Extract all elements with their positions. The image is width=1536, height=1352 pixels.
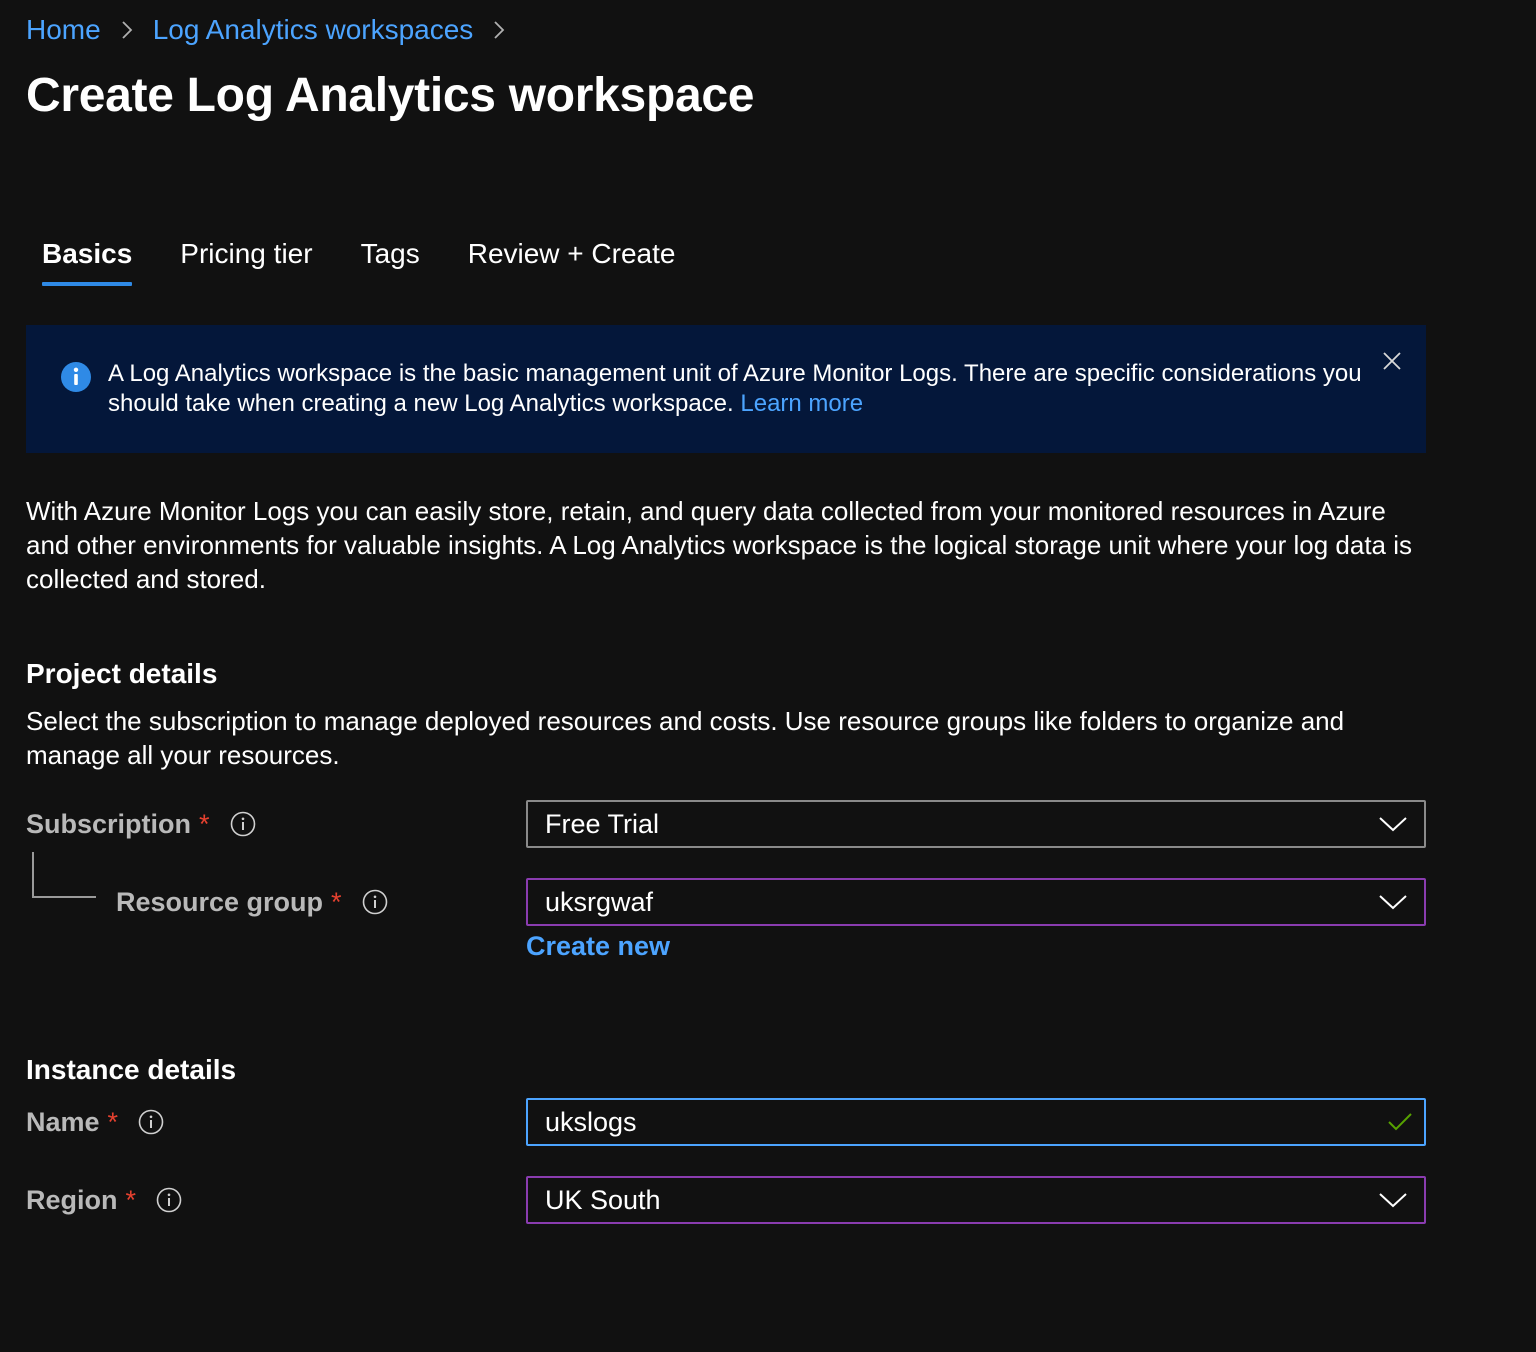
region-dropdown[interactable]: UK South bbox=[526, 1176, 1426, 1224]
name-label-text: Name bbox=[26, 1107, 100, 1137]
subscription-value: Free Trial bbox=[545, 808, 660, 839]
tab-pricing-tier[interactable]: Pricing tier bbox=[180, 234, 312, 286]
info-circle-icon[interactable] bbox=[362, 889, 388, 915]
resource-group-value: uksrgwaf bbox=[545, 886, 654, 917]
instance-details-heading: Instance details bbox=[26, 1054, 237, 1085]
learn-more-link[interactable]: Learn more bbox=[740, 390, 863, 417]
name-value: ukslogs bbox=[545, 1106, 637, 1137]
resource-group-dropdown[interactable]: uksrgwaf bbox=[526, 878, 1426, 926]
info-banner-message: A Log Analytics workspace is the basic m… bbox=[108, 359, 1368, 419]
info-circle-icon[interactable] bbox=[138, 1109, 164, 1135]
create-new-resource-group-link[interactable]: Create new bbox=[526, 928, 670, 964]
tab-tags[interactable]: Tags bbox=[361, 234, 420, 286]
tab-basics[interactable]: Basics bbox=[42, 234, 133, 286]
info-icon bbox=[60, 361, 92, 393]
tab-bar: Basics Pricing tier Tags Review + Create bbox=[42, 234, 723, 286]
breadcrumb-home-link[interactable]: Home bbox=[26, 12, 101, 48]
info-banner: A Log Analytics workspace is the basic m… bbox=[26, 325, 1426, 453]
project-details-heading: Project details bbox=[26, 658, 218, 689]
subscription-dropdown[interactable]: Free Trial bbox=[526, 800, 1426, 848]
required-star: * bbox=[331, 887, 342, 917]
region-value: UK South bbox=[545, 1184, 661, 1215]
page-description: With Azure Monitor Logs you can easily s… bbox=[26, 496, 1413, 594]
info-circle-icon[interactable] bbox=[156, 1187, 182, 1213]
chevron-down-icon bbox=[1378, 814, 1408, 834]
tree-connector bbox=[32, 852, 96, 898]
create-workspace-page: Home Log Analytics workspaces Create Log… bbox=[0, 0, 1536, 1352]
chevron-down-icon bbox=[1378, 892, 1408, 912]
subscription-label: Subscription * bbox=[26, 806, 256, 842]
chevron-right-icon bbox=[115, 18, 139, 42]
region-label-text: Region bbox=[26, 1185, 118, 1215]
required-star: * bbox=[125, 1185, 137, 1215]
page-title: Create Log Analytics workspace bbox=[26, 69, 755, 122]
name-input[interactable]: ukslogs bbox=[526, 1098, 1426, 1146]
breadcrumb: Home Log Analytics workspaces bbox=[26, 12, 525, 48]
required-star: * bbox=[107, 1107, 119, 1137]
region-label: Region * bbox=[26, 1182, 182, 1218]
required-star: * bbox=[199, 809, 210, 839]
checkmark-icon bbox=[1386, 1110, 1414, 1134]
project-details-description: Select the subscription to manage deploy… bbox=[26, 706, 1345, 770]
tab-review-create[interactable]: Review + Create bbox=[468, 234, 676, 286]
info-banner-text: A Log Analytics workspace is the basic m… bbox=[108, 360, 1362, 417]
name-label: Name * bbox=[26, 1104, 164, 1140]
resource-group-label: Resource group * bbox=[116, 884, 388, 920]
chevron-right-icon bbox=[487, 18, 511, 42]
breadcrumb-workspaces-link[interactable]: Log Analytics workspaces bbox=[153, 12, 474, 48]
close-icon[interactable] bbox=[1380, 349, 1404, 373]
chevron-down-icon bbox=[1378, 1190, 1408, 1210]
resource-group-label-text: Resource group bbox=[116, 887, 324, 917]
subscription-label-text: Subscription bbox=[26, 809, 192, 839]
info-circle-icon[interactable] bbox=[230, 811, 256, 837]
